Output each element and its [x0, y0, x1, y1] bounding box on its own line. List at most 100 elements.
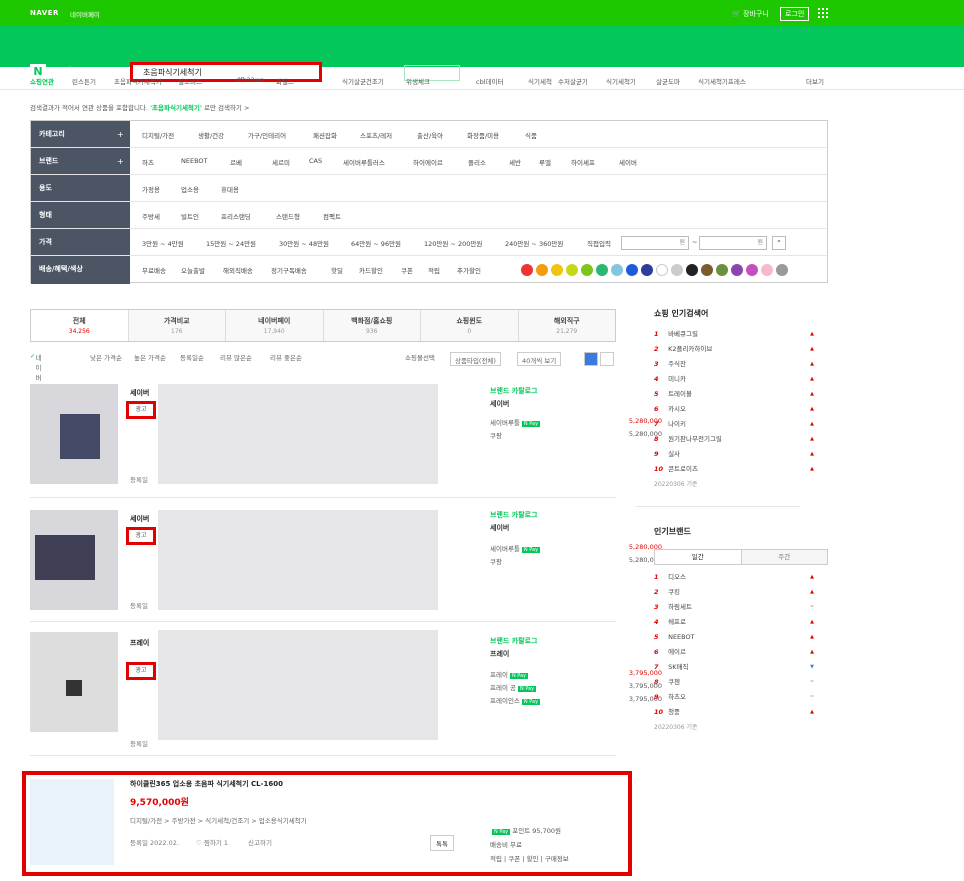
color-swatch[interactable] [761, 264, 773, 276]
related-item[interactable]: 수저살균기 [558, 76, 588, 86]
product-type-select[interactable]: 상품타입(전체) [450, 352, 501, 366]
color-swatch[interactable] [716, 264, 728, 276]
store-name[interactable]: 세이버 [490, 523, 538, 533]
filter-option[interactable]: 화장품/미용 [467, 130, 499, 140]
mall-row[interactable]: 쿠팡 5,280,000 [490, 430, 662, 440]
filter-option[interactable]: 오늘출발 [181, 265, 205, 275]
popular-brand[interactable]: 8 쿠첸 = [654, 675, 814, 690]
mall-row[interactable]: 세이버루틀 N Pay 5,280,000 [490, 543, 662, 553]
color-swatch[interactable] [551, 264, 563, 276]
filter-option[interactable]: 스탠드형 [276, 211, 300, 221]
popular-brand[interactable]: 7 SK매직 ▼ [654, 660, 814, 675]
popular-keyword[interactable]: 10 콘트로이츠 ▲ [654, 462, 814, 477]
notice-keyword[interactable]: '초음파식기세척기' [150, 104, 202, 112]
related-item[interactable]: dfb22wo [236, 76, 264, 84]
mall-row[interactable]: 프레이 N Pay 3,795,000 [490, 669, 662, 679]
filter-option[interactable]: 르베 [230, 157, 242, 167]
plus-icon[interactable]: + [117, 121, 124, 148]
related-item[interactable]: 식기세척기프레스 [698, 76, 746, 86]
price-search-icon[interactable]: ⌕ [772, 236, 786, 250]
report-button[interactable]: 신고하기 [248, 837, 272, 847]
filter-option[interactable]: 무료배송 [142, 265, 166, 275]
filter-option[interactable]: 해외직배송 [223, 265, 253, 275]
color-swatch[interactable] [626, 264, 638, 276]
filter-option[interactable]: 스포츠/레저 [360, 130, 392, 140]
filter-option[interactable]: 정기구독배송 [271, 265, 307, 275]
filter-option[interactable]: 적립 [428, 265, 440, 275]
zzim-button[interactable]: ♡ 찜하기 1 [196, 837, 228, 847]
tab-compare[interactable]: 가격비교 176 [128, 310, 226, 341]
product-category[interactable]: 디지털/가전 > 주방가전 > 식기세척/건조기 > 업소용식기세척기 [130, 815, 307, 825]
color-swatch[interactable] [521, 264, 533, 276]
cart-link[interactable]: 🛒 장바구니 [732, 9, 769, 19]
filter-option[interactable]: 세이버 [619, 157, 637, 167]
product-title[interactable]: 세이버 [130, 514, 149, 524]
filter-option[interactable]: 출산/육아 [417, 130, 443, 140]
grid-view-icon[interactable] [600, 352, 614, 366]
filter-option[interactable]: 가정용 [142, 184, 160, 194]
npay-link[interactable]: 네이버페이 [70, 9, 100, 19]
popular-brand[interactable]: 3 하림세트 = [654, 600, 814, 615]
sort-option[interactable]: 등록일순 [180, 352, 204, 362]
related-item[interactable]: 살균도마 [656, 76, 680, 86]
filter-option[interactable]: 루엘 [539, 157, 551, 167]
popular-brand[interactable]: 10 청풍 ▲ [654, 705, 814, 720]
product-title[interactable]: 프레이 [130, 638, 149, 648]
plus-icon[interactable]: + [117, 148, 124, 175]
product-thumbnail[interactable] [30, 779, 114, 865]
color-swatch[interactable] [731, 264, 743, 276]
filter-option[interactable]: 업소용 [181, 184, 199, 194]
filter-option[interactable]: 30만원 ~ 48만원 [279, 238, 329, 248]
filter-option[interactable]: 하츠 [142, 157, 154, 167]
filter-option[interactable]: 휴대용 [221, 184, 239, 194]
popular-keyword[interactable]: 6 카시오 ▲ [654, 402, 814, 417]
related-item[interactable]: 화실드 [276, 76, 294, 86]
talk-button[interactable]: 톡톡 [430, 835, 454, 851]
color-swatch[interactable] [701, 264, 713, 276]
related-item[interactable]: 밀도비드 [178, 76, 202, 86]
filter-option[interactable]: 추가할인 [457, 265, 481, 275]
filter-option[interactable]: 식품 [525, 130, 537, 140]
related-item[interactable]: 식기세척 [528, 76, 552, 86]
color-swatch[interactable] [671, 264, 683, 276]
color-swatch[interactable] [746, 264, 758, 276]
color-swatch[interactable] [536, 264, 548, 276]
color-swatch[interactable] [656, 264, 668, 276]
related-item[interactable]: 린스튼기 [72, 76, 96, 86]
tab-weekly[interactable]: 주간 [741, 550, 827, 564]
tab-daily[interactable]: 일간 [655, 550, 742, 564]
filter-option[interactable]: 쿠폰 [401, 265, 413, 275]
color-swatch[interactable] [596, 264, 608, 276]
mall-row[interactable]: 쿠팡 5,280,000 [490, 556, 662, 566]
product-title[interactable]: 세이버 [130, 388, 149, 398]
store-catalog[interactable]: 브랜드 카탈로그 [490, 510, 538, 520]
filter-option[interactable]: 컴팩트 [323, 211, 341, 221]
tab-all[interactable]: 전체 34,256 [31, 310, 129, 341]
popular-keyword[interactable]: 5 트레이볼 ▲ [654, 387, 814, 402]
filter-option[interactable]: CAS [309, 157, 322, 165]
filter-option[interactable]: 디지털/가전 [142, 130, 174, 140]
filter-option[interactable]: 플리소 [468, 157, 486, 167]
popular-keyword[interactable]: 7 나이키 ▲ [654, 417, 814, 432]
filter-option[interactable]: 빌트인 [181, 211, 199, 221]
tab-npay[interactable]: 네이버페이 17,940 [226, 310, 324, 341]
popular-keyword[interactable]: 4 미니카 ▲ [654, 372, 814, 387]
popular-brand[interactable]: 2 쿠킹 ▲ [654, 585, 814, 600]
price-min-input[interactable]: 원 [621, 236, 689, 250]
popular-brand[interactable]: 9 하츠오 = [654, 690, 814, 705]
store-catalog[interactable]: 브랜드 카탈로그 [490, 636, 538, 646]
related-item[interactable]: 식기살균건조기 [342, 76, 384, 86]
mall-row[interactable]: 프레이인스 N Pay 3,795,000 [490, 695, 662, 705]
filter-option[interactable]: 생활/건강 [198, 130, 224, 140]
sort-option[interactable]: 낮은 가격순 [90, 352, 122, 362]
popular-keyword[interactable]: 3 주식잔 ▲ [654, 357, 814, 372]
page-size-select[interactable]: 40개씩 보기 [517, 352, 562, 366]
color-swatch[interactable] [611, 264, 623, 276]
filter-option[interactable]: 120만원 ~ 200만원 [424, 238, 482, 248]
notice-suffix[interactable]: 로만 검색하기 > [204, 104, 249, 112]
related-item[interactable]: 쇼핑연관 [30, 76, 54, 86]
tab-window[interactable]: 쇼핑윈도 0 [421, 310, 519, 341]
filter-option[interactable]: 세르미 [272, 157, 290, 167]
store-catalog[interactable]: 브랜드 카탈로그 [490, 386, 538, 396]
filter-option[interactable]: 주방세 [142, 211, 160, 221]
